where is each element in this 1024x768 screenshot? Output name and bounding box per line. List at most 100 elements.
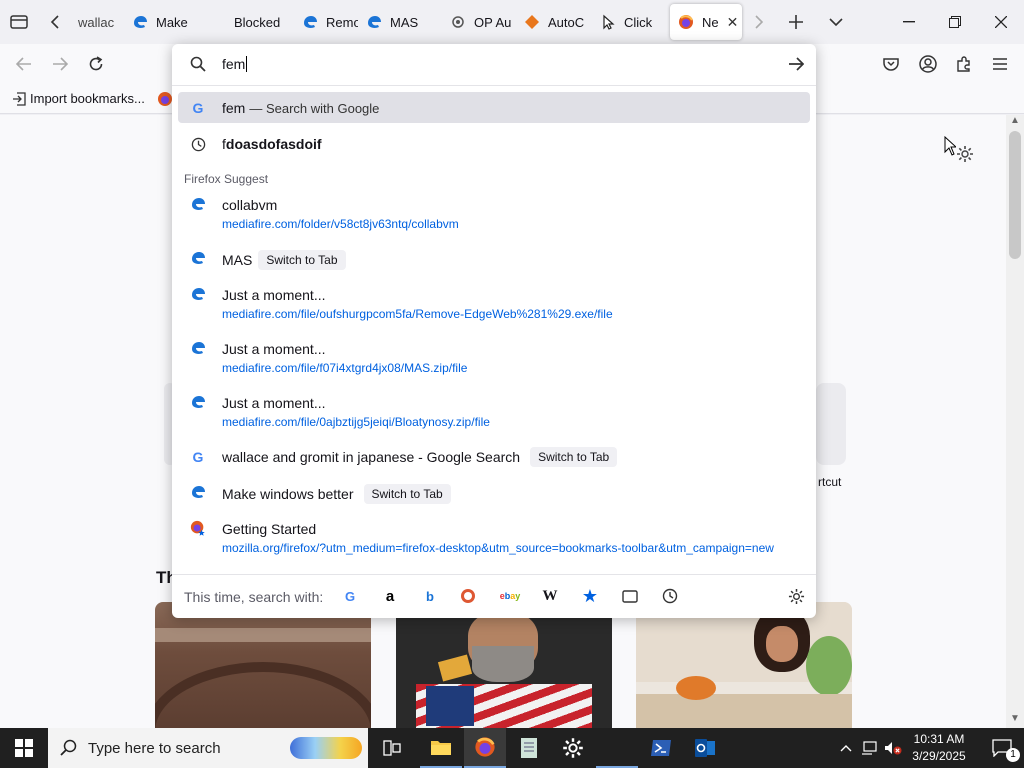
search-suggestion-row[interactable]: G fem — Search with Google	[178, 92, 810, 123]
cursor-icon	[600, 14, 616, 30]
result-title: Getting Started	[222, 521, 317, 537]
ebay-icon[interactable]: ebay	[500, 586, 521, 606]
result-row[interactable]: Make windows better Switch to Tab	[178, 480, 810, 508]
urlbar-input[interactable]: fem	[222, 56, 248, 72]
result-row[interactable]: MAS Switch to Tab	[178, 246, 810, 274]
scroll-tabs-left-button[interactable]	[38, 0, 72, 44]
chevron-down-icon	[829, 18, 843, 27]
start-button[interactable]	[0, 728, 48, 768]
forward-button[interactable]	[46, 50, 74, 78]
tab-strip: wallac Make Blocked Remo MAS OP Au AutoC…	[0, 0, 1024, 44]
extensions-button[interactable]	[950, 50, 978, 78]
getting-started-bookmark[interactable]	[157, 91, 173, 107]
tab-mas[interactable]: MAS	[358, 4, 434, 40]
result-row[interactable]: Just a moment... mediafire.com/file/0ajb…	[178, 390, 810, 434]
page-scrollbar[interactable]: ▲ ▼	[1006, 115, 1024, 728]
result-title: collabvm	[222, 197, 278, 213]
result-row[interactable]: Just a moment... mediafire.com/file/f07i…	[178, 336, 810, 380]
notepad-icon	[521, 738, 537, 758]
arrow-left-icon	[16, 57, 31, 71]
plant	[806, 636, 852, 696]
scroll-up-arrow-icon[interactable]: ▲	[1006, 115, 1024, 129]
gear-icon	[957, 146, 973, 162]
heuristic-query: fem	[222, 100, 246, 116]
close-tab-icon[interactable]: ✕	[727, 14, 739, 31]
folder-icon	[431, 741, 451, 755]
close-window-button[interactable]	[978, 0, 1024, 44]
go-arrow-icon[interactable]	[788, 57, 804, 71]
clock[interactable]: 10:31 AM 3/29/2025	[900, 731, 978, 765]
tab-click[interactable]: Click	[592, 4, 666, 40]
show-hidden-icons-button[interactable]	[836, 728, 856, 768]
outlook-icon	[695, 739, 715, 757]
scroll-down-arrow-icon[interactable]: ▼	[1006, 713, 1024, 727]
table	[636, 694, 852, 728]
file-explorer-taskbar-button[interactable]	[420, 728, 462, 768]
firefox-view-button[interactable]	[0, 0, 38, 44]
running-app-taskbar-button[interactable]	[596, 728, 638, 768]
result-row[interactable]: collabvm mediafire.com/folder/v58ct8jv63…	[178, 192, 810, 236]
puzzle-piece-icon	[957, 56, 970, 72]
result-row[interactable]: Getting Started mozilla.org/firefox/?utm…	[178, 516, 810, 560]
one-off-label: This time, search with:	[184, 588, 324, 605]
tabs-icon[interactable]	[620, 586, 640, 606]
tab-new-tab[interactable]: Ne ✕	[670, 4, 742, 40]
firefox-taskbar-button[interactable]	[464, 728, 506, 768]
result-row[interactable]: G wallace and gromit in japanese - Googl…	[178, 442, 810, 472]
notification-count-badge: 1	[1006, 748, 1020, 762]
network-tray-icon[interactable]	[858, 728, 880, 768]
action-center-button[interactable]: 1	[980, 728, 1024, 768]
firefox-suggest-label: Firefox Suggest	[184, 172, 269, 186]
story-card-image[interactable]	[155, 602, 371, 728]
notepad-taskbar-button[interactable]	[508, 728, 550, 768]
import-bookmarks-item[interactable]: Import bookmarks...	[12, 91, 145, 106]
urlbar-query-text: fem	[222, 56, 246, 72]
result-row[interactable]: Just a moment... mediafire.com/file/oufs…	[178, 282, 810, 326]
minimize-button[interactable]	[886, 0, 932, 44]
tab-autoclicker[interactable]: AutoC	[516, 4, 592, 40]
list-all-tabs-button[interactable]	[816, 0, 856, 44]
history-icon[interactable]	[660, 586, 680, 606]
result-url: mediafire.com/file/0ajbztijg5jeiqi/Bloat…	[222, 415, 490, 429]
edge-icon	[190, 250, 206, 266]
tab-op-auto[interactable]: OP Au	[434, 4, 516, 40]
bookmarks-icon[interactable]: ★	[580, 586, 600, 606]
outlook-taskbar-button[interactable]	[684, 728, 726, 768]
urlbar-popup: fem G fem — Search with Google fdoasdofas…	[172, 44, 816, 618]
top-site-tile[interactable]	[816, 383, 846, 465]
duckduckgo-icon[interactable]	[458, 586, 478, 606]
taskbar-search-box[interactable]: Type here to search	[48, 728, 368, 768]
bing-icon[interactable]: b	[420, 586, 440, 606]
scroll-tabs-right-button[interactable]	[742, 0, 776, 44]
account-button[interactable]	[914, 50, 942, 78]
edge-icon	[366, 14, 382, 30]
history-completion: doasdofasdoif	[225, 136, 322, 152]
result-title: Just a moment...	[222, 341, 326, 357]
pocket-button[interactable]	[877, 50, 905, 78]
edge-icon	[190, 394, 206, 410]
google-icon[interactable]: G	[340, 586, 360, 606]
settings-taskbar-button[interactable]	[552, 728, 594, 768]
powershell-taskbar-button[interactable]	[640, 728, 682, 768]
wikipedia-icon[interactable]: W	[540, 586, 560, 606]
autoclicker-icon	[524, 14, 540, 30]
story-card-image[interactable]	[636, 602, 852, 728]
restore-button[interactable]	[932, 0, 978, 44]
tab-remove[interactable]: Remo	[280, 4, 358, 40]
task-view-button[interactable]	[372, 728, 412, 768]
back-button[interactable]	[10, 50, 38, 78]
search-settings-gear-icon[interactable]	[786, 586, 806, 606]
story-card-image[interactable]	[396, 602, 612, 728]
tab-blocked[interactable]: Blocked	[202, 4, 280, 40]
gear-icon-settings[interactable]	[956, 145, 974, 166]
scrollbar-thumb[interactable]	[1009, 131, 1021, 259]
app-menu-button[interactable]	[986, 50, 1014, 78]
tab-wallace[interactable]: wallac	[72, 4, 124, 40]
new-tab-button[interactable]	[776, 0, 816, 44]
clock-date: 3/29/2025	[912, 749, 966, 763]
reload-button[interactable]	[82, 50, 110, 78]
history-suggestion-row[interactable]: fdoasdofasdoif	[178, 128, 810, 160]
switch-to-tab-badge: Switch to Tab	[258, 250, 346, 270]
tab-make[interactable]: Make	[124, 4, 202, 40]
amazon-icon[interactable]: a	[380, 586, 400, 606]
